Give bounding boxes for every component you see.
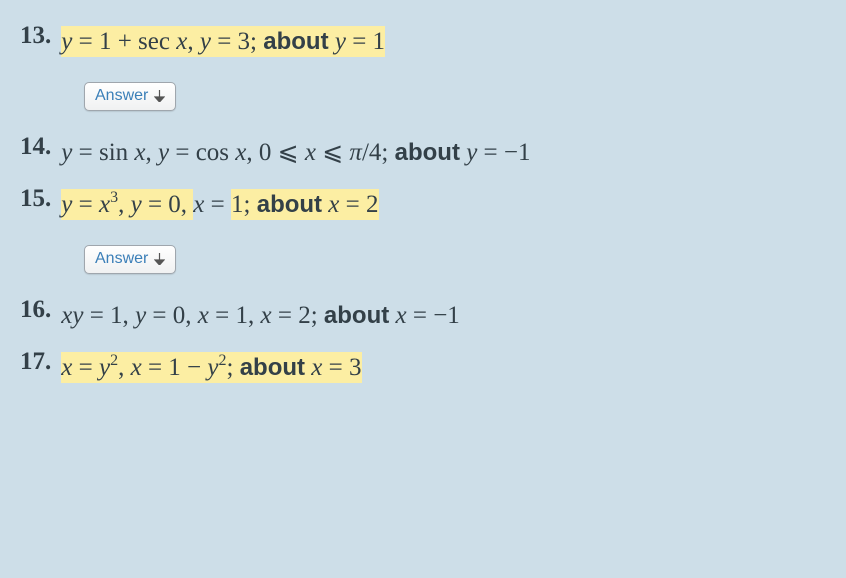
problem-16: 16. xy = 1, y = 0, x = 1, x = 2; about x… xyxy=(20,296,840,336)
problem-equation: y = 1 + sec x, y = 3; about y = 1 xyxy=(61,22,385,62)
answer-button[interactable]: Answer xyxy=(84,82,176,111)
problem-equation: x = y2, x = 1 − y2; about x = 3 xyxy=(61,348,361,388)
problem-equation: y = sin x, y = cos x, 0 ⩽ x ⩽ π/4; about… xyxy=(61,133,530,173)
answer-row-15: Answer xyxy=(20,243,840,274)
arrow-down-icon xyxy=(154,90,165,102)
answer-button-label: Answer xyxy=(95,87,148,105)
answer-button[interactable]: Answer xyxy=(84,245,176,274)
problem-13: 13. y = 1 + sec x, y = 3; about y = 1 xyxy=(20,22,840,62)
problem-list: 13. y = 1 + sec x, y = 3; about y = 1 An… xyxy=(0,0,846,398)
problem-number: 14. xyxy=(20,133,51,161)
answer-button-label: Answer xyxy=(95,250,148,268)
arrow-down-icon xyxy=(154,253,165,265)
problem-equation: y = x3, y = 0, x = 1; about x = 2 xyxy=(61,185,378,225)
problem-number: 15. xyxy=(20,185,51,213)
problem-number: 16. xyxy=(20,296,51,324)
answer-row-13: Answer xyxy=(20,80,840,111)
problem-15: 15. y = x3, y = 0, x = 1; about x = 2 xyxy=(20,185,840,225)
problem-number: 13. xyxy=(20,22,51,50)
problem-equation: xy = 1, y = 0, x = 1, x = 2; about x = −… xyxy=(61,296,460,336)
problem-14: 14. y = sin x, y = cos x, 0 ⩽ x ⩽ π/4; a… xyxy=(20,133,840,173)
problem-number: 17. xyxy=(20,348,51,376)
problem-17: 17. x = y2, x = 1 − y2; about x = 3 xyxy=(20,348,840,388)
